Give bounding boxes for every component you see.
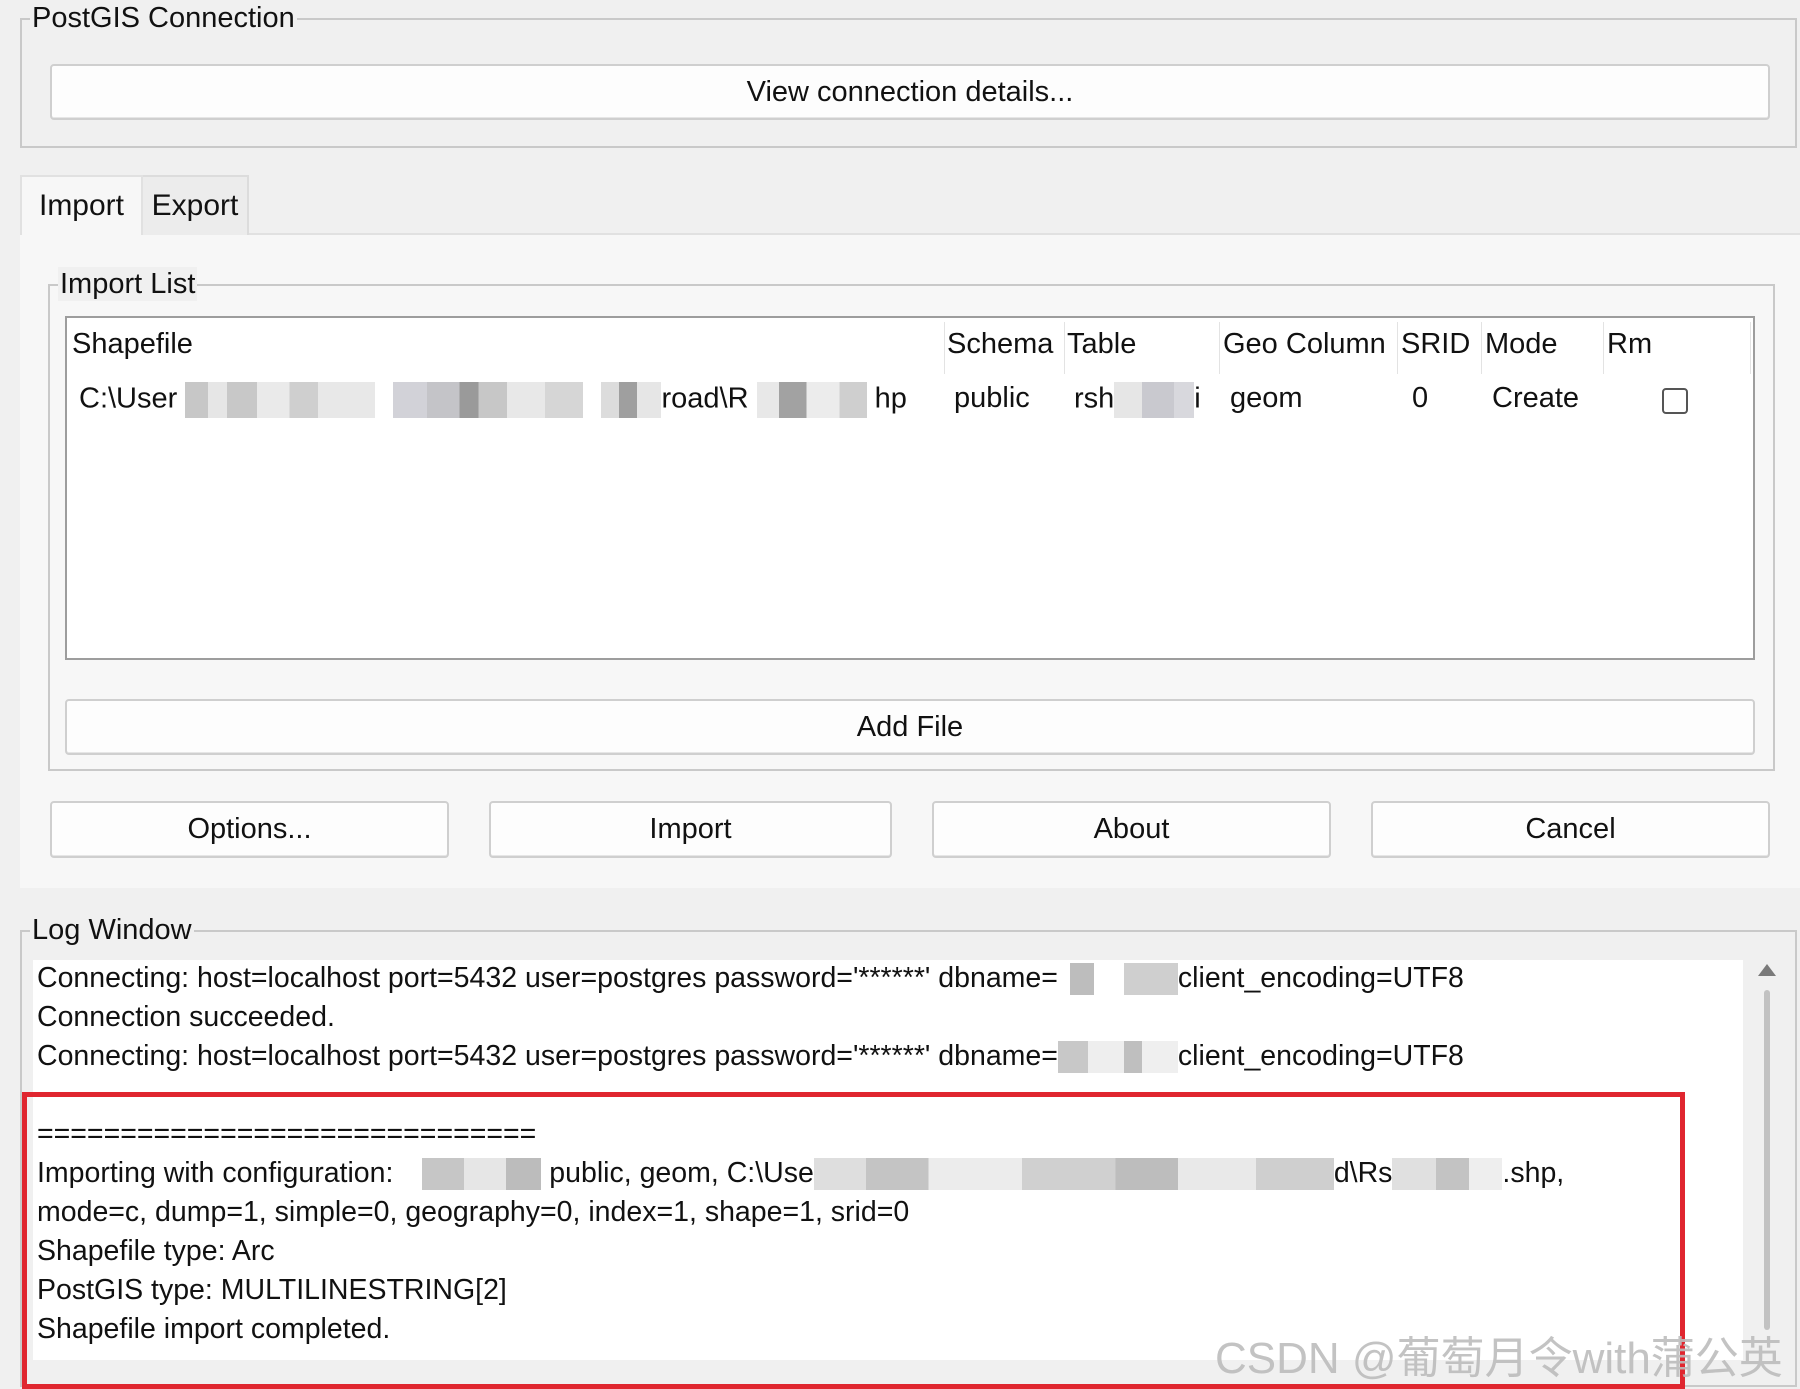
shapefile-path-mid: road\R bbox=[661, 382, 749, 415]
log-line-shapefile-type: Shapefile type: Arc bbox=[37, 1235, 275, 1267]
redacted-block bbox=[393, 382, 584, 418]
table-name-start: rsh bbox=[1074, 382, 1115, 415]
log-text: Connecting: host=localhost port=5432 use… bbox=[37, 962, 1058, 994]
log-text: .shp, bbox=[1502, 1157, 1565, 1189]
log-text: public, geom, C:\Use bbox=[549, 1157, 814, 1189]
table-name-cell: rsh i bbox=[1074, 382, 1201, 418]
log-text-area[interactable]: Connecting: host=localhost port=5432 use… bbox=[33, 960, 1743, 1360]
redacted-block bbox=[601, 382, 662, 418]
import-list-legend: Import List bbox=[58, 267, 198, 301]
redacted-block bbox=[813, 1158, 1334, 1191]
log-line-connecting-1: Connecting: host=localhost port=5432 use… bbox=[37, 962, 1464, 996]
column-header-geo-column[interactable]: Geo Column bbox=[1223, 328, 1386, 361]
tab-export[interactable]: Export bbox=[141, 175, 249, 235]
redacted-block bbox=[1114, 382, 1195, 418]
cancel-button[interactable]: Cancel bbox=[1371, 801, 1770, 858]
log-line-options: mode=c, dump=1, simple=0, geography=0, i… bbox=[37, 1196, 910, 1228]
log-line-import-completed: Shapefile import completed. bbox=[37, 1313, 391, 1345]
header-separator bbox=[1219, 322, 1220, 374]
column-header-shapefile[interactable]: Shapefile bbox=[72, 328, 193, 361]
srid-cell: 0 bbox=[1412, 382, 1429, 414]
import-list-table[interactable]: Shapefile Schema Table Geo Column SRID M… bbox=[65, 316, 1755, 660]
log-text: Connecting: host=localhost port=5432 use… bbox=[37, 1040, 1058, 1072]
redacted-block bbox=[1057, 963, 1178, 996]
log-line-postgis-type: PostGIS type: MULTILINESTRING[2] bbox=[37, 1274, 507, 1306]
column-header-mode[interactable]: Mode bbox=[1485, 328, 1558, 361]
redacted-block bbox=[1392, 1158, 1503, 1191]
column-header-srid[interactable]: SRID bbox=[1401, 328, 1470, 361]
header-separator bbox=[1750, 322, 1751, 374]
log-text: client_encoding=UTF8 bbox=[1177, 962, 1464, 994]
postgis-connection-legend: PostGIS Connection bbox=[30, 1, 297, 35]
header-separator bbox=[1397, 322, 1398, 374]
import-button[interactable]: Import bbox=[489, 801, 892, 858]
column-header-table[interactable]: Table bbox=[1067, 328, 1136, 361]
scroll-up-arrow-icon[interactable] bbox=[1758, 964, 1776, 976]
log-text: Importing with configuration: bbox=[37, 1157, 394, 1189]
log-text: client_encoding=UTF8 bbox=[1177, 1040, 1464, 1072]
table-row[interactable]: C:\User road\R hp public rsh i geom 0 Cre… bbox=[67, 374, 1753, 428]
schema-cell: public bbox=[954, 382, 1030, 414]
tab-import[interactable]: Import bbox=[20, 175, 143, 235]
about-button[interactable]: About bbox=[932, 801, 1331, 858]
log-line-connection-succeeded: Connection succeeded. bbox=[37, 1001, 335, 1033]
header-separator bbox=[944, 322, 945, 374]
shapefile-path-start: C:\User bbox=[79, 382, 178, 415]
geo-column-cell: geom bbox=[1230, 382, 1303, 414]
rm-checkbox[interactable] bbox=[1662, 388, 1688, 414]
log-text: d\Rs bbox=[1333, 1157, 1393, 1189]
redacted-block bbox=[401, 1158, 542, 1191]
log-line-import-config: Importing with configuration: public, ge… bbox=[37, 1157, 1565, 1191]
header-separator bbox=[1064, 322, 1065, 374]
header-separator bbox=[1481, 322, 1482, 374]
log-line-separator: ============================== bbox=[37, 1118, 537, 1150]
log-window-legend: Log Window bbox=[30, 913, 194, 947]
view-connection-details-button[interactable]: View connection details... bbox=[50, 64, 1770, 120]
shapefile-path-end: hp bbox=[874, 382, 907, 415]
table-name-end: i bbox=[1194, 382, 1201, 415]
column-header-rm[interactable]: Rm bbox=[1607, 328, 1652, 361]
scroll-thumb[interactable] bbox=[1764, 990, 1770, 1330]
redacted-block bbox=[756, 382, 867, 418]
log-scrollbar[interactable] bbox=[1748, 960, 1788, 1360]
column-header-schema[interactable]: Schema bbox=[947, 328, 1053, 361]
redacted-block bbox=[1057, 1041, 1178, 1074]
header-separator bbox=[1603, 322, 1604, 374]
watermark: CSDN @葡萄月令with蒲公英 bbox=[1215, 1334, 1783, 1383]
shapefile-cell: C:\User road\R hp bbox=[79, 382, 907, 418]
log-line-connecting-2: Connecting: host=localhost port=5432 use… bbox=[37, 1040, 1464, 1074]
mode-cell: Create bbox=[1492, 382, 1580, 414]
add-file-button[interactable]: Add File bbox=[65, 699, 1755, 755]
redacted-block bbox=[185, 382, 376, 418]
options-button[interactable]: Options... bbox=[50, 801, 449, 858]
